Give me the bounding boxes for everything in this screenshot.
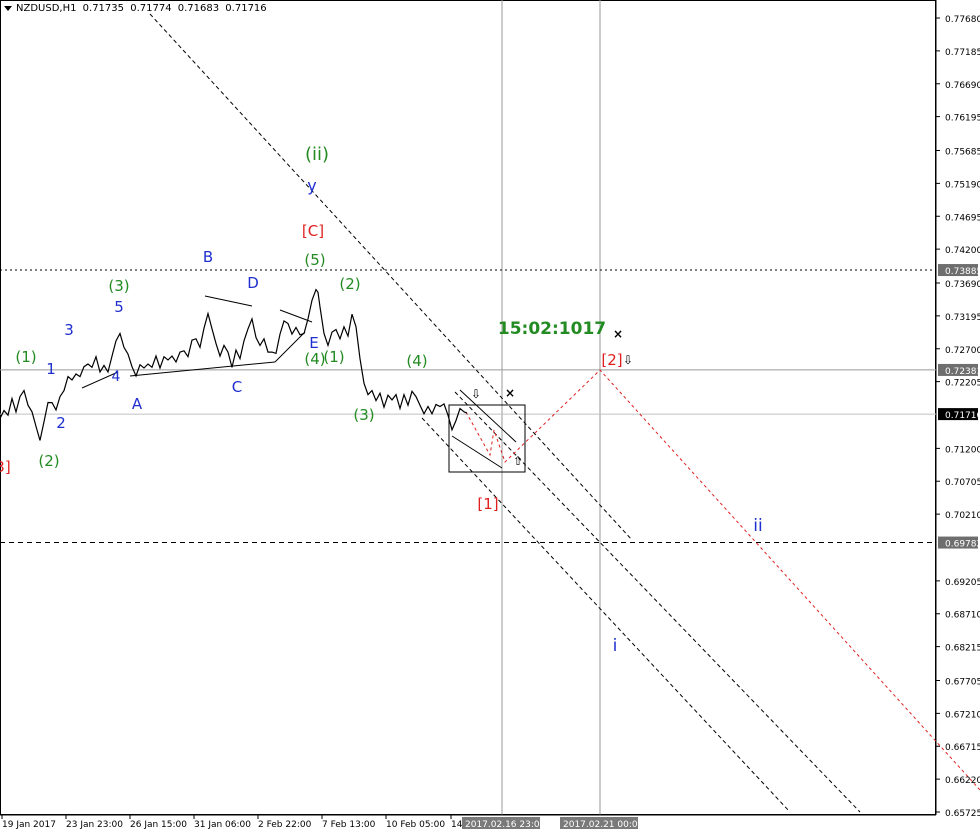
wave-label: y <box>307 176 316 195</box>
price-tick-label: 0.75190 <box>945 180 980 190</box>
time-marker-label: 2017.02.16 23:00 <box>465 820 546 830</box>
price-tick-label: 0.67210 <box>945 710 980 720</box>
price-level-tag-label: 0.72381 <box>945 367 980 377</box>
price-tick-label: 0.70705 <box>945 478 980 488</box>
trend-channels <box>81 13 861 813</box>
wave-label: (3) <box>353 406 374 424</box>
price-tick-label: 0.77680 <box>945 15 980 25</box>
wave-label: 3] <box>0 458 11 476</box>
cross-marker-icon[interactable]: × <box>505 386 515 400</box>
price-axis: 0.77680 0.77185 0.76690 0.76195 0.75685 0.751… <box>936 15 980 819</box>
time-axis: 19 Jan 2017 23 Jan 23:00 26 Jan 15:00 31 Ja… <box>0 814 936 830</box>
channel-line[interactable] <box>149 13 633 541</box>
vertical-markers <box>501 0 601 815</box>
price-tick-label: 0.68710 <box>945 611 980 621</box>
price-tick-label: 0.65725 <box>945 809 980 819</box>
price-level-tag-label: 0.71716 <box>945 411 980 421</box>
pattern-line[interactable] <box>204 295 253 307</box>
price-tick-label: 0.74200 <box>945 246 980 256</box>
price-tick-label: 0.66715 <box>945 743 980 753</box>
wave-label: D <box>247 274 259 292</box>
price-tick-label: 0.72205 <box>945 379 980 389</box>
channel-line[interactable] <box>421 417 791 813</box>
price-tick-label: 0.68215 <box>945 644 980 654</box>
wave-label: 5 <box>114 298 124 316</box>
price-tick-label: 0.73195 <box>945 313 980 323</box>
price-tick-label: 0.69205 <box>945 578 980 588</box>
price-line[interactable] <box>0 288 468 441</box>
wave-label: [C] <box>302 222 324 240</box>
price-series <box>0 288 468 441</box>
wave-label: i <box>613 636 618 656</box>
cross-marker-icon[interactable]: × <box>613 327 623 341</box>
wave-label: C <box>232 378 242 396</box>
wave-label: (2) <box>38 452 59 470</box>
wave-label: 4 <box>112 369 121 385</box>
wave-label: (4) <box>406 352 427 370</box>
price-tick-label: 0.76690 <box>945 81 980 91</box>
time-tick-label: 2 Feb 22:00 <box>258 820 312 830</box>
price-level-tag-label: 0.73885 <box>945 267 980 277</box>
wave-label: ii <box>753 516 762 536</box>
price-tick-label: 0.77185 <box>945 48 980 58</box>
wave-label: (5) <box>304 251 325 269</box>
wave-label: (3) <box>108 277 129 295</box>
time-tick-label: 23 Jan 23:00 <box>66 820 123 830</box>
wave-label: 1 <box>46 360 56 378</box>
wave-label: (1) <box>15 348 36 366</box>
chart-markers: ××⇩⇩⇧ <box>471 327 633 468</box>
time-marker-label: 2017.02.21 00:00 <box>563 820 644 830</box>
price-tick-label: 0.66220 <box>945 776 980 786</box>
wave-label: A <box>132 395 143 413</box>
arrow-marker-icon[interactable]: ⇩ <box>623 353 633 367</box>
wave-label: B <box>203 248 213 266</box>
price-tick-label: 0.75685 <box>945 147 980 157</box>
wave-label: [2] <box>601 351 622 369</box>
time-tick-label: 7 Feb 13:00 <box>322 820 376 830</box>
price-tick-label: 0.72700 <box>945 346 980 356</box>
time-tick-label: 19 Jan 2017 <box>2 820 56 830</box>
arrow-marker-icon[interactable]: ⇧ <box>513 454 523 468</box>
price-tick-label: 0.76195 <box>945 114 980 124</box>
price-level-tag-label: 0.69782 <box>945 540 980 550</box>
time-tick-label: 10 Feb 05:00 <box>386 820 445 830</box>
pattern-line[interactable] <box>129 361 276 377</box>
price-tick-label: 0.67705 <box>945 677 980 687</box>
time-tick-label: 14 <box>451 820 463 830</box>
price-chart[interactable]: (ii)y[C](5)(2)BD(3)53(1)1 4ACE(4)(1) (4)(3… <box>0 0 980 835</box>
wave-label: (ii) <box>305 144 329 165</box>
wave-label: [1] <box>477 495 498 513</box>
wave-label: 2 <box>56 414 66 432</box>
time-tick-label: 31 Jan 06:00 <box>194 820 251 830</box>
price-tick-label: 0.73690 <box>945 280 980 290</box>
wave-label: (2) <box>339 275 360 293</box>
time-tick-label: 26 Jan 15:00 <box>130 820 187 830</box>
countdown-timer: 15:02:1017 <box>498 319 606 339</box>
price-tick-label: 0.70210 <box>945 511 980 521</box>
channel-line[interactable] <box>451 435 503 469</box>
wave-label: (1) <box>323 348 344 366</box>
price-tick-label: 0.74695 <box>945 213 980 223</box>
projection-path <box>465 369 980 791</box>
arrow-marker-icon[interactable]: ⇩ <box>471 387 481 401</box>
projection-line[interactable] <box>465 369 980 791</box>
price-tick-label: 0.71200 <box>945 445 980 455</box>
wave-label: 3 <box>64 321 74 339</box>
